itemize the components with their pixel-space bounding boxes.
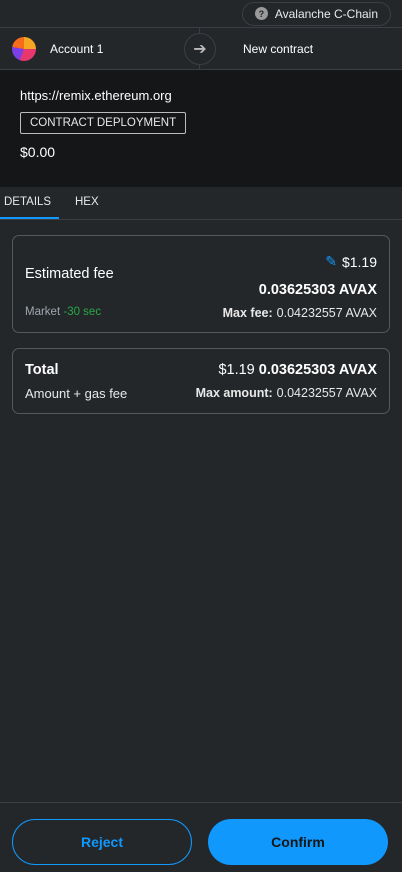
sender-recipient-row: Account 1 ➔ New contract	[0, 28, 402, 70]
estimated-fee-label: Estimated fee	[25, 266, 114, 282]
total-native: 0.03625303 AVAX	[258, 362, 377, 378]
fee-fiat-value: $1.19	[341, 253, 377, 270]
estimated-fee-native: 0.03625303 AVAX	[258, 282, 377, 298]
tab-bar: DETAILS HEX	[0, 187, 402, 220]
transaction-type-badge: CONTRACT DEPLOYMENT	[20, 112, 187, 134]
help-icon: ?	[254, 7, 268, 20]
max-amount-label: Max amount:	[195, 386, 273, 400]
total-fiat: $1.19	[218, 362, 255, 378]
origin-url: https://remix.ethereum.org	[20, 88, 172, 103]
arrow-right-icon: ➔	[184, 33, 216, 65]
transaction-summary: https://remix.ethereum.org CONTRACT DEPL…	[0, 70, 402, 187]
network-name: Avalanche C-Chain	[274, 6, 378, 21]
market-time: -30 sec	[63, 306, 102, 318]
sender-account[interactable]: Account 1	[0, 28, 200, 69]
tab-hex[interactable]: HEX	[59, 187, 103, 219]
total-amounts: $1.19 0.03625303 AVAX	[218, 362, 377, 378]
network-bar: ? Avalanche C-Chain	[0, 0, 402, 28]
market-label: Market	[25, 306, 61, 318]
recipient-label: New contract	[243, 41, 314, 56]
reject-button[interactable]: Reject	[12, 819, 192, 865]
max-fee-label: Max fee:	[222, 306, 273, 320]
total-label: Total	[25, 362, 59, 378]
gas-speed-label: Market -30 sec	[25, 306, 101, 318]
sender-account-name: Account 1	[50, 41, 104, 56]
network-selector[interactable]: ? Avalanche C-Chain	[241, 1, 391, 26]
max-fee: Max fee: 0.04232557 AVAX	[223, 306, 377, 320]
max-amount: Max amount: 0.04232557 AVAX	[196, 386, 377, 400]
estimated-fee-card: Estimated fee ✎ $1.19 0.03625303 AVAX Ma…	[12, 235, 390, 333]
max-fee-value: 0.04232557 AVAX	[276, 306, 377, 320]
max-amount-value: 0.04232557 AVAX	[276, 386, 377, 400]
footer-actions: Reject Confirm	[0, 802, 402, 872]
confirm-button[interactable]: Confirm	[208, 819, 388, 865]
account-avatar	[12, 36, 36, 61]
total-sub-label: Amount + gas fee	[25, 386, 128, 401]
edit-gas-icon[interactable]: ✎	[325, 253, 337, 270]
estimated-fee-fiat: ✎ $1.19	[325, 253, 377, 270]
tab-details[interactable]: DETAILS	[0, 187, 59, 219]
transaction-value: $0.00	[20, 144, 56, 160]
total-card: Total $1.19 0.03625303 AVAX Amount + gas…	[12, 348, 390, 414]
